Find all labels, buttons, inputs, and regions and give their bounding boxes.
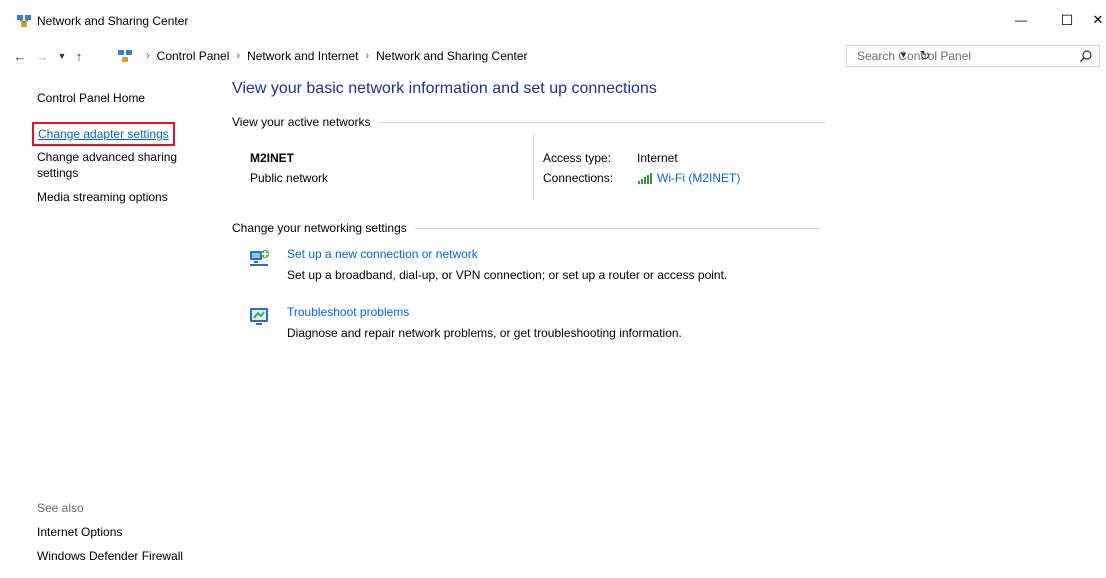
breadcrumb-network-sharing[interactable]: Network and Sharing Center — [376, 49, 527, 63]
internet-options-link[interactable]: Internet Options — [37, 524, 122, 540]
troubleshoot-icon — [250, 308, 268, 325]
breadcrumb-separator-icon[interactable]: › — [146, 50, 150, 62]
arrow-left-icon: ← — [13, 48, 27, 64]
window-title: Network and Sharing Center — [37, 14, 189, 28]
wifi-signal-icon — [638, 173, 652, 184]
search-icon[interactable] — [1079, 49, 1093, 63]
new-connection-icon — [250, 250, 269, 266]
close-button[interactable]: ✕ — [1090, 0, 1106, 40]
section-divider — [414, 227, 821, 229]
up-button[interactable]: ↑ — [70, 46, 88, 66]
access-type-label: Access type: — [543, 151, 612, 165]
left-pane: Control Panel Home Change adapter settin… — [0, 70, 222, 578]
main-content: View your basic network information and … — [232, 70, 1106, 578]
maximize-button[interactable]: ☐ — [1044, 0, 1090, 40]
change-settings-title: Change your networking settings — [232, 221, 407, 235]
connections-label: Connections: — [543, 171, 614, 185]
network-center-icon — [17, 15, 31, 27]
address-bar[interactable]: › Control Panel › Network and Internet ›… — [92, 44, 930, 68]
breadcrumb-separator-icon[interactable]: › — [365, 50, 369, 62]
access-type-value: Internet — [637, 151, 678, 165]
breadcrumb-separator-icon[interactable]: › — [236, 50, 240, 62]
wifi-connection-link[interactable]: Wi-Fi (M2INET) — [637, 171, 740, 185]
troubleshoot-problems-link[interactable]: Troubleshoot problems — [287, 305, 409, 319]
vertical-divider — [533, 134, 534, 200]
search-box[interactable] — [846, 45, 1100, 67]
breadcrumb-control-panel[interactable]: Control Panel — [157, 49, 230, 63]
maximize-icon: ☐ — [1060, 11, 1074, 28]
see-also-label: See also — [37, 501, 84, 515]
wifi-connection-label: Wi-Fi (M2INET) — [657, 171, 741, 185]
chevron-down-icon: ▼ — [57, 51, 67, 61]
control-panel-icon — [118, 50, 132, 62]
title-bar: Network and Sharing Center — ☐ ✕ — [0, 0, 1106, 40]
page-title: View your basic network information and … — [232, 80, 657, 97]
search-input[interactable] — [847, 46, 1067, 66]
forward-button[interactable]: → — [33, 46, 51, 66]
network-name: M2INET — [250, 151, 295, 165]
change-advanced-sharing-link[interactable]: Change advanced sharing settings — [37, 149, 197, 181]
media-streaming-options-link[interactable]: Media streaming options — [37, 189, 168, 205]
setup-connection-description: Set up a broadband, dial-up, or VPN conn… — [287, 268, 728, 282]
network-category: Public network — [250, 171, 329, 185]
setup-connection-link[interactable]: Set up a new connection or network — [287, 247, 478, 261]
active-networks-section: View your active networks — [232, 115, 825, 129]
back-button[interactable]: ← — [11, 46, 29, 66]
arrow-up-icon: ↑ — [75, 48, 83, 64]
recent-locations-button[interactable]: ▼ — [53, 46, 71, 66]
breadcrumb-network-internet[interactable]: Network and Internet — [247, 49, 358, 63]
windows-firewall-link[interactable]: Windows Defender Firewall — [37, 548, 183, 564]
troubleshoot-description: Diagnose and repair network problems, or… — [287, 326, 682, 340]
change-adapter-settings-link[interactable]: Change adapter settings — [32, 122, 175, 146]
section-divider — [378, 121, 825, 123]
arrow-right-icon: → — [35, 48, 49, 64]
change-settings-section: Change your networking settings — [232, 221, 821, 235]
active-networks-title: View your active networks — [232, 115, 371, 129]
close-icon: ✕ — [1092, 12, 1104, 27]
minimize-button[interactable]: — — [998, 0, 1044, 40]
minimize-icon: — — [1015, 13, 1027, 27]
control-panel-home-link[interactable]: Control Panel Home — [37, 90, 145, 106]
breadcrumb: › Control Panel › Network and Internet ›… — [139, 49, 528, 63]
